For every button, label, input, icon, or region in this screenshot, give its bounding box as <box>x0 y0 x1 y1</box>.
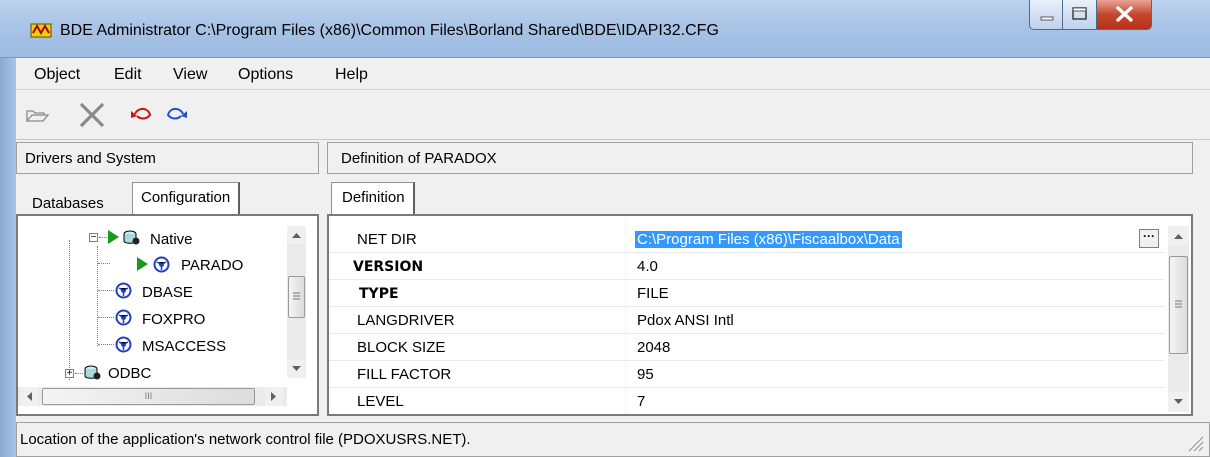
tree-label-foxpro: FOXPRO <box>142 311 206 328</box>
grip-icon <box>293 292 300 300</box>
tree-item-foxpro[interactable]: FOXPRO <box>18 308 288 330</box>
tree-label-dbase: DBASE <box>142 284 193 301</box>
left-panel-header: Drivers and System <box>16 142 319 174</box>
driver-icon <box>115 309 132 326</box>
grid-vertical-scrollbar[interactable] <box>1168 226 1189 412</box>
grid-row-version[interactable]: VERSION 4.0 <box>329 253 1164 280</box>
param-value[interactable]: 4.0 <box>637 258 658 275</box>
status-bar: Location of the application's network co… <box>16 422 1210 457</box>
window-frame <box>0 58 16 457</box>
h-scroll-thumb[interactable]: III <box>42 388 255 405</box>
tab-definition[interactable]: Definition <box>331 182 415 218</box>
tree-vertical-scrollbar[interactable] <box>287 226 306 378</box>
menu-options[interactable]: Options <box>238 66 293 84</box>
window-title: BDE Administrator C:\Program Files (x86)… <box>60 22 719 39</box>
scroll-thumb[interactable] <box>288 276 305 318</box>
param-name: LANGDRIVER <box>357 312 455 329</box>
param-name: NET DIR <box>357 231 417 248</box>
menu-view[interactable]: View <box>173 66 207 84</box>
scroll-down-icon[interactable] <box>287 360 306 378</box>
collapse-icon[interactable]: − <box>89 233 98 243</box>
driver-icon <box>153 256 170 273</box>
param-value[interactable]: 7 <box>637 393 645 410</box>
param-value-input[interactable]: C:\Program Files (x86)\Fiscaalbox\Data <box>635 231 902 248</box>
param-name: TYPE <box>359 286 399 302</box>
grid-row-net-dir[interactable]: NET DIR C:\Program Files (x86)\Fiscaalbo… <box>329 226 1164 253</box>
expand-icon[interactable]: + <box>65 369 74 379</box>
tree-label-paradox: PARADO <box>181 257 244 274</box>
tree-connector <box>99 237 107 238</box>
param-name: VERSION <box>353 259 424 275</box>
tab-configuration[interactable]: Configuration <box>132 182 241 218</box>
toolbar <box>16 92 1210 140</box>
delete-x-icon[interactable] <box>76 100 108 130</box>
param-name: FILL FACTOR <box>357 366 452 383</box>
redo-icon[interactable] <box>162 102 190 128</box>
right-panel-header: Definition of PARADOX <box>327 142 1193 174</box>
definition-grid[interactable]: NET DIR C:\Program Files (x86)\Fiscaalbo… <box>327 214 1193 416</box>
tree-item-dbase[interactable]: DBASE <box>18 281 288 303</box>
database-folder-icon <box>123 230 140 245</box>
left-tab-strip: Databases Configuration <box>16 180 319 218</box>
scroll-left-icon[interactable] <box>20 387 38 406</box>
close-icon <box>1116 6 1133 22</box>
tree-label-msaccess: MSACCESS <box>142 338 227 355</box>
status-text: Location of the application's network co… <box>20 431 471 448</box>
grid-row-level[interactable]: LEVEL 7 <box>329 388 1164 414</box>
menu-bar: Object Edit View Options Help <box>16 61 1210 90</box>
tree-item-odbc[interactable]: + ODBC <box>18 362 288 384</box>
active-arrow-icon <box>108 230 119 244</box>
minimize-button[interactable] <box>1029 0 1063 30</box>
tree-label-native: Native <box>150 231 193 248</box>
maximize-button[interactable] <box>1063 0 1097 30</box>
driver-icon <box>115 336 132 353</box>
active-arrow-icon <box>137 257 148 271</box>
param-value[interactable]: 2048 <box>637 339 670 356</box>
grid-row-fill-factor[interactable]: FILL FACTOR 95 <box>329 361 1164 388</box>
menu-help[interactable]: Help <box>335 66 368 84</box>
tree-item-msaccess[interactable]: MSACCESS <box>18 335 288 357</box>
scroll-up-icon[interactable] <box>287 226 306 244</box>
database-folder-icon <box>84 365 101 380</box>
close-button[interactable] <box>1097 0 1152 30</box>
param-name: BLOCK SIZE <box>357 339 446 356</box>
scroll-thumb[interactable] <box>1169 256 1188 354</box>
param-name: LEVEL <box>357 393 404 410</box>
driver-icon <box>115 282 132 299</box>
resize-grip-icon[interactable] <box>1185 433 1205 453</box>
grid-row-langdriver[interactable]: LANGDRIVER Pdox ANSI Intl <box>329 307 1164 334</box>
grid-row-block-size[interactable]: BLOCK SIZE 2048 <box>329 334 1164 361</box>
tree-item-native[interactable]: − Native <box>18 228 288 250</box>
grip-icon <box>1175 300 1182 308</box>
tree-connector <box>75 373 83 374</box>
title-bar[interactable]: BDE Administrator C:\Program Files (x86)… <box>0 0 1210 58</box>
app-icon <box>30 23 52 38</box>
open-folder-icon[interactable] <box>24 102 52 128</box>
param-value[interactable]: 95 <box>637 366 654 383</box>
right-tab-strip: Definition <box>327 180 1193 218</box>
param-value[interactable]: FILE <box>637 285 669 302</box>
tree-item-paradox[interactable]: PARADO <box>18 254 288 276</box>
tab-databases[interactable]: Databases <box>26 190 110 216</box>
menu-object[interactable]: Object <box>34 66 80 84</box>
config-tree[interactable]: − Native PARADO DBASE FOXPRO MSACCESS + … <box>16 214 319 416</box>
scroll-down-icon[interactable] <box>1168 392 1189 412</box>
maximize-icon <box>1072 7 1087 20</box>
browse-ellipsis-button[interactable]: ··· <box>1139 229 1159 248</box>
tree-horizontal-scrollbar[interactable]: III <box>18 387 287 406</box>
minimize-icon <box>1040 16 1054 21</box>
tree-label-odbc: ODBC <box>108 365 152 382</box>
scroll-up-icon[interactable] <box>1168 226 1189 246</box>
undo-icon[interactable] <box>128 102 156 128</box>
param-value[interactable]: Pdox ANSI Intl <box>637 312 734 329</box>
scroll-right-icon[interactable] <box>265 387 283 406</box>
grip-icon: III <box>144 391 153 401</box>
grid-row-type[interactable]: TYPE FILE <box>329 280 1164 307</box>
menu-edit[interactable]: Edit <box>114 66 142 84</box>
